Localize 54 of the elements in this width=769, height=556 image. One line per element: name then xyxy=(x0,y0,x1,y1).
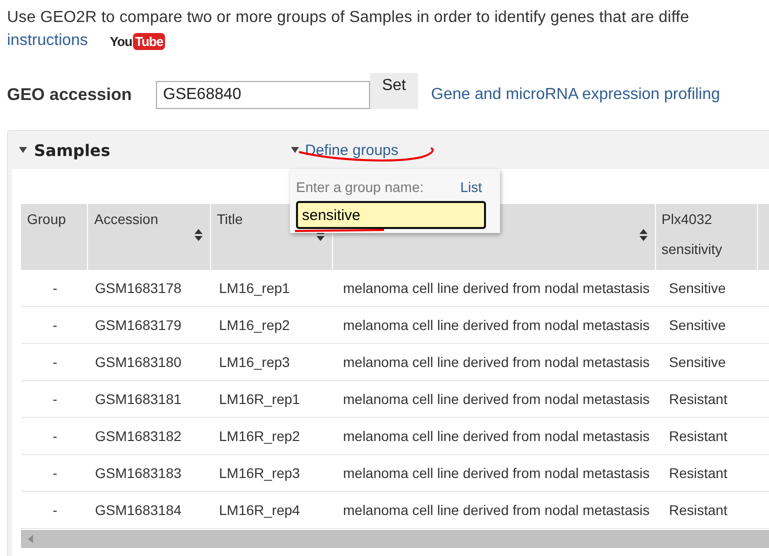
table-cell-text: - xyxy=(52,502,58,518)
table-cell-text: LM16_rep3 xyxy=(218,354,291,370)
table-cell-text: melanoma cell line derived from nodal metastasis xyxy=(342,280,651,296)
table-cell-text: melanoma cell line derived from nodal metastasis xyxy=(342,354,651,370)
table-cell-text: LM16R_rep3 xyxy=(218,465,301,481)
column-header[interactable]: Group xyxy=(21,204,88,270)
table-cell-text: Resistant xyxy=(668,502,728,518)
dropdown-icon[interactable] xyxy=(291,147,299,153)
table-cell-text: melanoma cell line derived from nodal metastasis xyxy=(342,428,651,444)
table-cell-text: LM16R_rep1 xyxy=(218,391,301,407)
table-cell-text: Resistant xyxy=(668,428,728,444)
table-cell-text: - xyxy=(52,280,58,296)
table-cell-text: - xyxy=(52,465,58,481)
table-cell-text: - xyxy=(52,428,58,444)
table-cell-text: LM16R_rep4 xyxy=(218,502,301,518)
group-name-label: Enter a group name: xyxy=(296,179,424,195)
table-cell-text: GSM1683182 xyxy=(94,428,182,444)
table-cell-text: Sensitive xyxy=(668,354,727,370)
table-cell-text: GSM1683178 xyxy=(94,280,182,296)
table-cell-text: - xyxy=(52,391,58,407)
set-button[interactable]: Set xyxy=(370,73,418,109)
series-title-link[interactable]: Gene and microRNA expression profiling xyxy=(431,86,720,104)
accession-label: GEO accession xyxy=(7,85,133,105)
sort-icon[interactable] xyxy=(194,228,203,242)
horizontal-scrollbar[interactable] xyxy=(21,530,769,548)
table-cell-text: Sensitive xyxy=(668,317,727,333)
samples-heading[interactable]: Samples xyxy=(34,140,291,160)
table-cell-text: LM16_rep1 xyxy=(218,280,291,296)
table-cell-text: melanoma cell line derived from nodal metastasis xyxy=(342,502,651,518)
table-cell-text: GSM1683180 xyxy=(94,354,182,370)
table-cell-text: - xyxy=(52,317,58,333)
group-name-field[interactable]: sensitive xyxy=(296,201,486,229)
table-cell-text: Sensitive xyxy=(668,280,727,296)
intro-text: Use GEO2R to compare two or more groups of Samples in order to identify genes that are diffe xyxy=(7,8,690,28)
accession-field[interactable]: GSE68840 xyxy=(156,81,370,109)
list-link[interactable]: List xyxy=(460,179,482,195)
table-cell-text: LM16R_rep2 xyxy=(218,428,301,444)
table-cell-text: GSM1683181 xyxy=(94,391,182,407)
table-cell-text: LM16_rep2 xyxy=(218,317,291,333)
expand-icon[interactable] xyxy=(19,147,27,153)
table-cell-text: GSM1683179 xyxy=(94,317,182,333)
table-cell-text: - xyxy=(52,354,58,370)
column-header[interactable]: Plx4032 sensitivity xyxy=(656,204,758,270)
define-groups-link[interactable]: Define groups xyxy=(305,142,398,158)
table-cell-text: GSM1683184 xyxy=(94,502,182,518)
table-cell-text: Resistant xyxy=(668,465,728,481)
table-cell-text: melanoma cell line derived from nodal metastasis xyxy=(342,465,651,481)
table-cell-text: melanoma cell line derived from nodal metastasis xyxy=(342,317,651,333)
instructions-link[interactable]: instructions xyxy=(7,32,88,50)
sort-icon[interactable] xyxy=(638,228,648,242)
table-cell-text: Resistant xyxy=(668,391,728,407)
column-header[interactable]: Accession xyxy=(88,204,211,270)
table-cell-text: GSM1683183 xyxy=(94,465,182,481)
table-cell-text: melanoma cell line derived from nodal metastasis xyxy=(342,391,651,407)
